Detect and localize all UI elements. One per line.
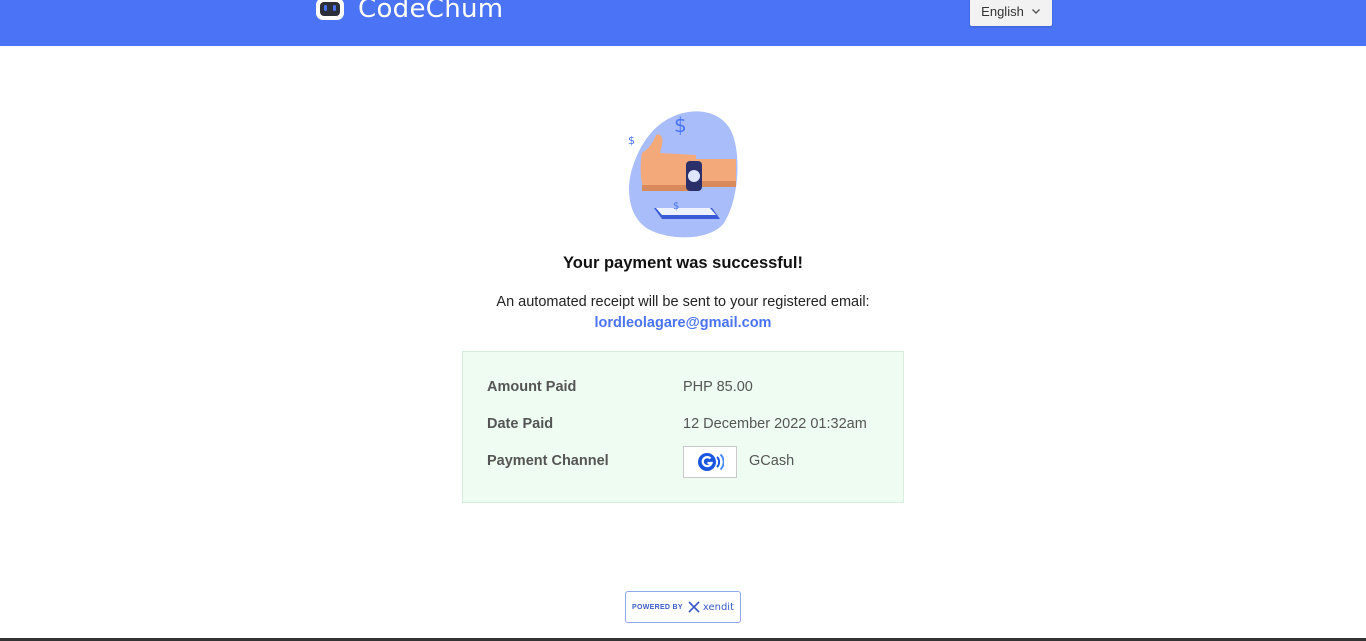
receipt-message: An automated receipt will be sent to you… (496, 294, 870, 310)
registered-email: lordleolagare@gmail.com (594, 315, 772, 331)
powered-by-xendit-badge[interactable]: POWERED BY xendit (625, 591, 741, 623)
svg-text:$: $ (628, 134, 635, 147)
svg-text:$: $ (673, 201, 679, 212)
svg-text:$: $ (674, 113, 687, 137)
powered-by-label: POWERED BY (632, 603, 683, 611)
brand-name: CodeChum (358, 0, 504, 24)
language-dropdown[interactable]: English (970, 0, 1052, 26)
xendit-logo-icon (688, 601, 700, 613)
codechum-logo-icon (316, 0, 344, 20)
brand[interactable]: CodeChum (314, 0, 503, 24)
gcash-logo-box (683, 446, 737, 478)
gcash-icon (698, 453, 724, 471)
date-paid-value: 12 December 2022 01:32am (683, 416, 867, 432)
payment-details-card: Amount Paid PHP 85.00 Date Paid 12 Decem… (462, 351, 904, 503)
success-title: Your payment was successful! (563, 254, 803, 272)
payment-channel-value: GCash (749, 453, 795, 469)
language-label: English (981, 3, 1024, 19)
amount-paid-label: Amount Paid (487, 379, 577, 395)
xendit-name: xendit (702, 601, 734, 613)
date-paid-label: Date Paid (487, 416, 554, 432)
top-navbar: CodeChum English (0, 0, 1366, 46)
chevron-down-icon (1031, 9, 1040, 14)
amount-paid-value: PHP 85.00 (683, 379, 753, 395)
payment-channel-label: Payment Channel (487, 453, 609, 469)
payment-success-illustration: $ $ $ (628, 111, 738, 238)
